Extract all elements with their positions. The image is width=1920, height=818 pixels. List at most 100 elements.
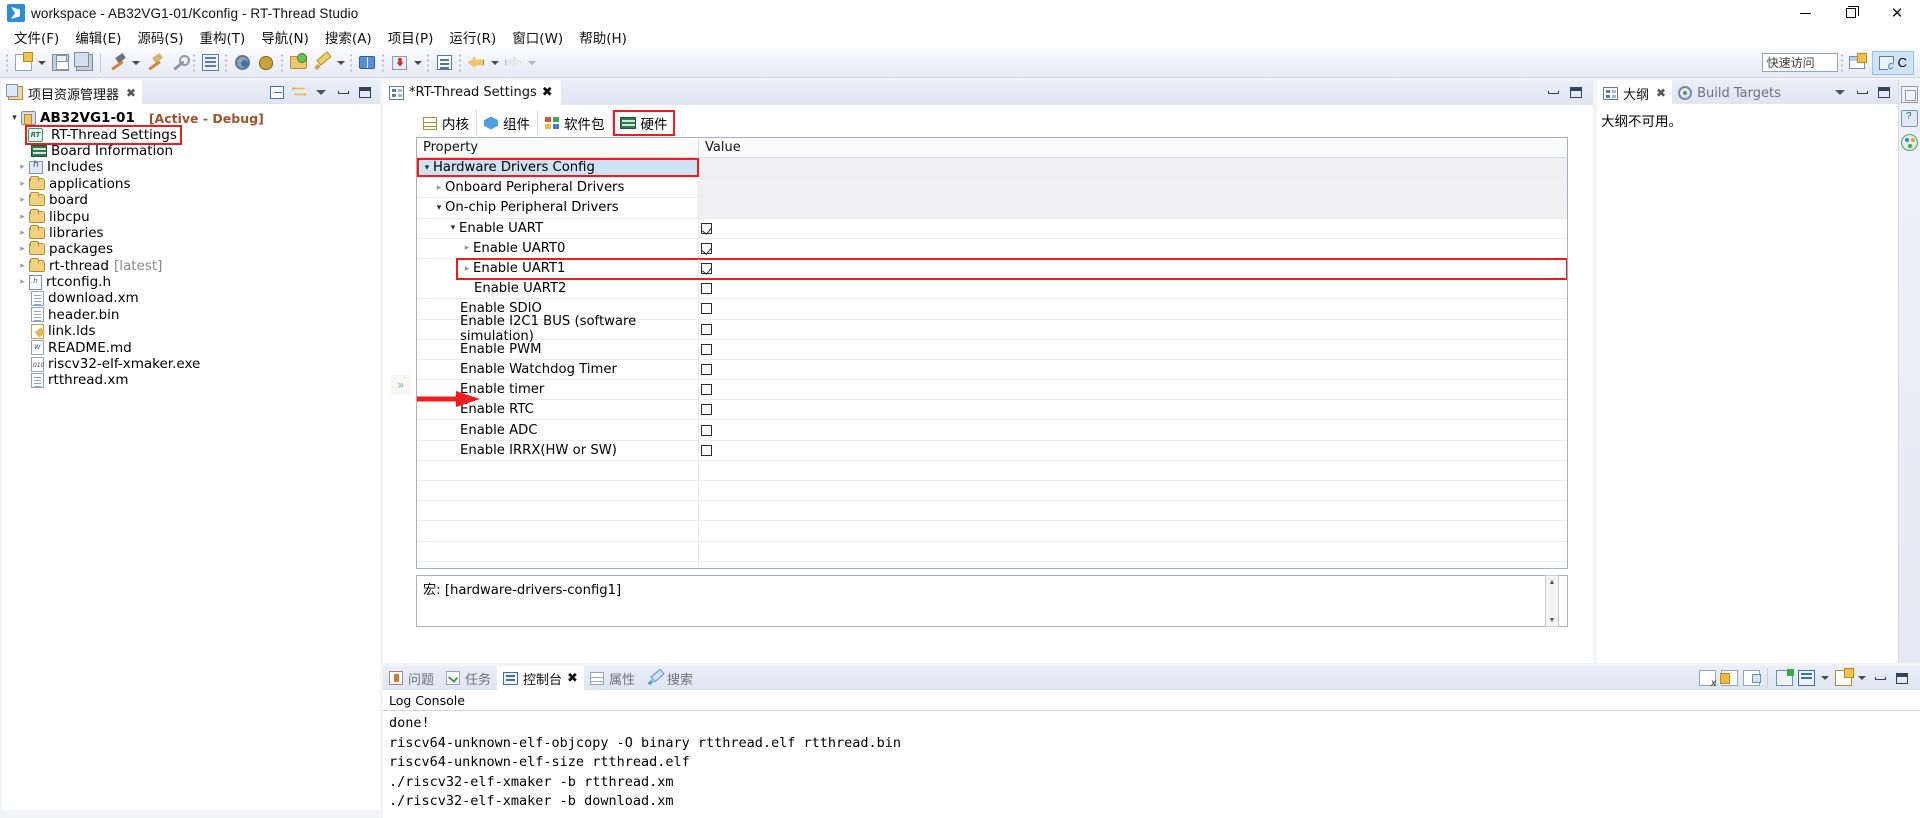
toolbar-grip[interactable] [1839, 52, 1844, 73]
link-with-editor-button[interactable] [289, 82, 309, 102]
open-console-button[interactable] [1796, 668, 1816, 688]
menu-source[interactable]: 源码(S) [129, 25, 191, 49]
tree-item-board[interactable]: ▸ board [2, 192, 380, 208]
toolbar-grip[interactable] [192, 52, 196, 73]
scroll-lock-button[interactable] [1741, 668, 1761, 688]
toolbar-grip[interactable] [224, 52, 228, 73]
tree-item-riscv32-elf-xmaker-exe[interactable]: riscv32-elf-xmaker.exe [2, 356, 380, 372]
toolbar-grip[interactable] [381, 52, 385, 73]
menu-help[interactable]: 帮助(H) [571, 25, 635, 49]
new-file-dropdown[interactable] [35, 51, 48, 75]
menu-run[interactable]: 运行(R) [441, 25, 504, 49]
docs-button[interactable] [355, 51, 379, 75]
forward-dropdown[interactable] [525, 51, 538, 75]
download-button[interactable] [387, 51, 411, 75]
chevron-right-icon[interactable]: ▸ [16, 261, 29, 271]
chevron-right-icon[interactable]: ▸ [16, 162, 29, 172]
tab-tasks[interactable]: 任务 [440, 666, 497, 690]
view-menu-button[interactable] [311, 82, 331, 102]
terminal-button[interactable] [198, 51, 222, 75]
download-dropdown[interactable] [411, 51, 424, 75]
tree-item-libraries[interactable]: ▸ libraries [2, 224, 380, 241]
chevron-down-icon[interactable]: ▾ [421, 163, 433, 173]
chevron-down-icon[interactable]: ▾ [447, 223, 459, 233]
tab-rt-thread-settings[interactable]: *RT-Thread Settings ✖ [383, 80, 561, 105]
minimize-editor-button[interactable] [1543, 83, 1563, 103]
table-row[interactable]: Enable PWM [417, 339, 1567, 360]
checkbox-unchecked-icon[interactable] [701, 363, 712, 375]
row-value[interactable] [699, 320, 1567, 339]
tree-item-board-information[interactable]: Board Information [2, 143, 380, 159]
tree-item-includes[interactable]: ▸ Includes [2, 159, 380, 175]
tab-outline[interactable]: 大纲 ✖ [1597, 80, 1673, 104]
close-button[interactable]: ✕ [1874, 0, 1920, 26]
maximize-console-button[interactable] [1892, 668, 1912, 688]
tab-kernel[interactable]: 内核 [416, 110, 477, 136]
edit-button[interactable] [310, 51, 334, 75]
toolbar-grip[interactable] [349, 52, 353, 73]
checkbox-unchecked-icon[interactable] [701, 283, 712, 295]
maximize-view-button[interactable] [355, 82, 375, 102]
tab-search[interactable]: 搜索 [641, 666, 699, 690]
table-row-enable-uart1[interactable]: ▸ Enable UART1 [456, 257, 1567, 281]
chevron-right-icon[interactable]: ▸ [16, 179, 29, 189]
scroll-down-icon[interactable]: ▼ [1546, 614, 1558, 626]
menu-refactor[interactable]: 重构(T) [192, 25, 254, 49]
menu-file[interactable]: 文件(F) [6, 25, 67, 49]
tree-item-rt-thread-settings[interactable]: RT RT-Thread Settings [2, 124, 380, 145]
checkbox-checked-icon[interactable] [701, 263, 712, 275]
table-row[interactable]: Enable RTC [417, 400, 1567, 421]
chevron-right-icon[interactable]: ▸ [16, 212, 29, 222]
chevron-right-icon[interactable]: ▸ [461, 243, 473, 253]
build-dropdown[interactable] [129, 51, 142, 75]
back-button[interactable] [464, 51, 488, 75]
chevron-down-icon[interactable]: ▾ [433, 203, 445, 213]
macro-scrollbar[interactable]: ▲ ▼ [1545, 575, 1559, 627]
back-dropdown[interactable] [488, 51, 501, 75]
scroll-up-icon[interactable]: ▲ [1546, 576, 1558, 588]
table-row[interactable]: Enable timer [417, 380, 1567, 401]
row-value[interactable] [699, 441, 1567, 460]
tab-properties[interactable]: 属性 [584, 666, 641, 690]
table-row[interactable] [417, 541, 1567, 562]
view-menu-button[interactable] [1830, 82, 1850, 102]
row-value[interactable] [699, 259, 723, 278]
tree-item-link-lds[interactable]: link.lds [2, 323, 380, 339]
row-value[interactable] [699, 198, 1567, 218]
table-row[interactable]: ▸ Enable UART0 [417, 238, 1567, 259]
checkbox-unchecked-icon[interactable] [701, 384, 712, 396]
row-value[interactable] [699, 340, 1567, 359]
close-icon[interactable]: ✖ [542, 85, 553, 100]
collapse-all-button[interactable] [267, 82, 287, 102]
row-value[interactable] [699, 219, 1567, 238]
minimize-view-button[interactable] [333, 82, 353, 102]
table-row[interactable]: ▾ Hardware Drivers Config [417, 158, 1567, 179]
chevron-down-icon[interactable]: ▾ [8, 113, 21, 123]
row-value[interactable] [699, 380, 1567, 399]
close-icon[interactable]: ✖ [567, 671, 578, 686]
minimize-view-button[interactable] [1852, 82, 1872, 102]
maximize-button[interactable] [1828, 0, 1874, 26]
open-folder-button[interactable] [286, 51, 310, 75]
build-button[interactable] [105, 51, 129, 75]
tree-item-rt-thread[interactable]: ▸ rt-thread [latest] [2, 257, 380, 274]
tree-item-rtthread-xm[interactable]: rtthread.xm [2, 372, 380, 388]
open-console-dropdown[interactable] [1818, 666, 1831, 690]
table-row[interactable] [417, 561, 1567, 568]
forward-button[interactable] [501, 51, 525, 75]
toolbar-grip[interactable] [5, 52, 9, 73]
chevron-right-icon[interactable]: ▸ [16, 244, 29, 254]
table-row[interactable]: ▾ On-chip Peripheral Drivers [417, 198, 1567, 219]
row-value[interactable] [699, 239, 1567, 258]
close-icon[interactable]: ✖ [126, 86, 136, 100]
table-row[interactable] [417, 501, 1567, 522]
edit-dropdown[interactable] [334, 51, 347, 75]
table-row[interactable]: ▸ Onboard Peripheral Drivers [417, 178, 1567, 199]
checkbox-unchecked-icon[interactable] [701, 424, 712, 436]
checkbox-unchecked-icon[interactable] [701, 323, 712, 335]
tab-build-targets[interactable]: Build Targets [1672, 80, 1787, 104]
display-selected-console-button[interactable] [1774, 668, 1794, 688]
row-value[interactable] [699, 299, 1567, 318]
clean-button[interactable] [166, 51, 190, 75]
new-file-button[interactable] [11, 51, 35, 75]
